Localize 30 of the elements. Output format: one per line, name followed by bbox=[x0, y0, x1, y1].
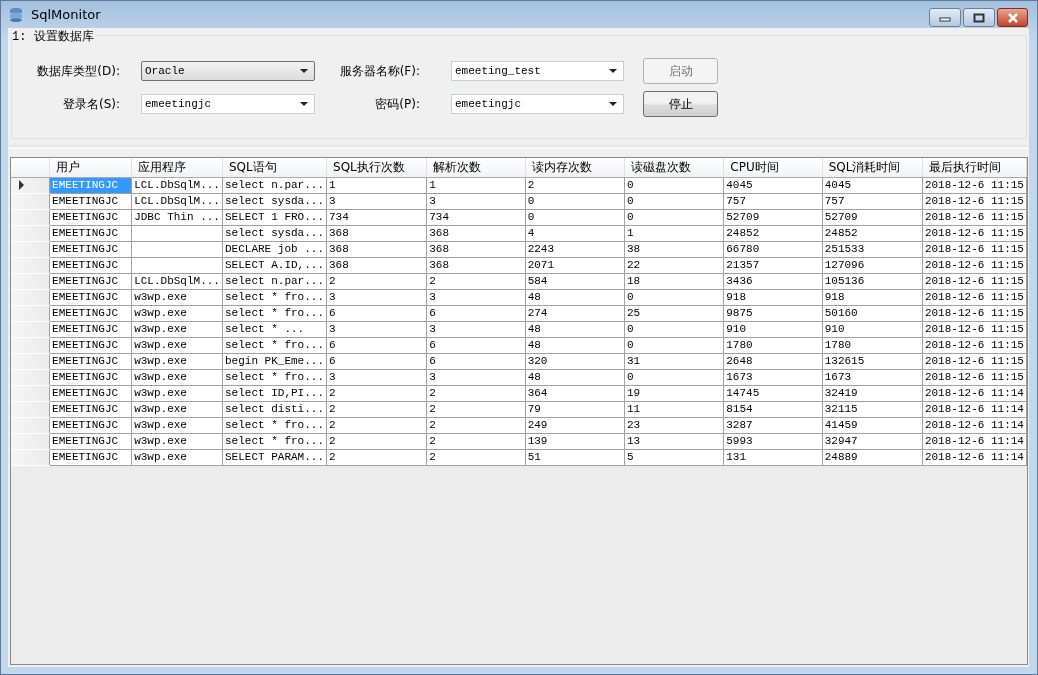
column-header[interactable]: 应用程序 bbox=[131, 158, 223, 177]
field-label: 数据库类型(D): bbox=[36, 62, 121, 80]
dropdown-arrow-icon bbox=[300, 102, 308, 106]
column-header[interactable]: 读内存次数 bbox=[525, 158, 625, 177]
maximize-button[interactable] bbox=[963, 8, 995, 27]
dropdown-arrow-icon bbox=[609, 69, 617, 73]
dropdown-arrow-icon bbox=[300, 69, 308, 73]
field-label: 密码(P): bbox=[374, 95, 421, 113]
column-header[interactable]: 读磁盘次数 bbox=[624, 158, 724, 177]
column-header[interactable]: 解析次数 bbox=[426, 158, 526, 177]
dropdown[interactable]: emeetingjc bbox=[451, 94, 624, 114]
column-header[interactable]: 用户 bbox=[49, 158, 132, 177]
group-legend: 1: 设置数据库 bbox=[12, 28, 96, 45]
database-icon bbox=[9, 6, 23, 23]
dropdown[interactable]: emeeting_test bbox=[451, 61, 624, 81]
column-header[interactable]: 最后执行时间 bbox=[922, 158, 1027, 177]
dropdown[interactable]: Oracle bbox=[141, 61, 315, 81]
field-label: 服务器名称(F): bbox=[338, 62, 421, 80]
column-header[interactable]: CPU时间 bbox=[723, 158, 823, 177]
dropdown[interactable]: emeetingjc bbox=[141, 94, 315, 114]
window-title: SqlMonitor bbox=[31, 7, 101, 22]
stop-button[interactable]: 停止 bbox=[643, 91, 718, 117]
column-header[interactable]: SQL语句 bbox=[222, 158, 327, 177]
field-label: 登录名(S): bbox=[61, 95, 121, 113]
close-icon bbox=[1005, 12, 1020, 23]
close-button[interactable] bbox=[997, 8, 1028, 27]
column-header[interactable]: SQL消耗时间 bbox=[822, 158, 923, 177]
dropdown-arrow-icon bbox=[609, 102, 617, 106]
column-header[interactable]: SQL执行次数 bbox=[326, 158, 427, 177]
maximize-icon bbox=[973, 12, 985, 23]
